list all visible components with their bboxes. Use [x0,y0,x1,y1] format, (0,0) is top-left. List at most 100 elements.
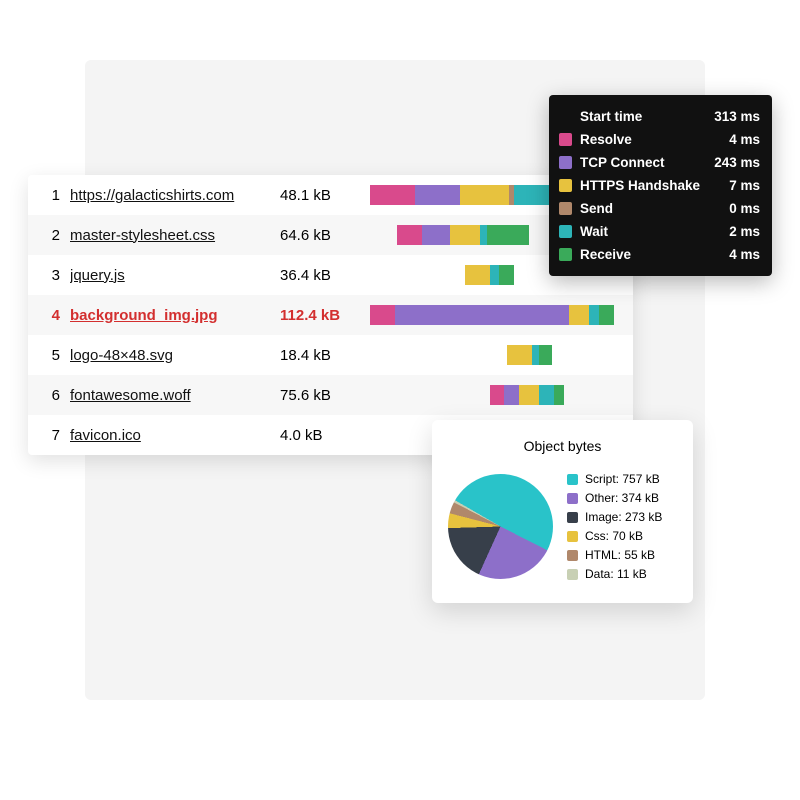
timeline-segment [422,225,449,245]
timeline-segment [450,225,480,245]
legend-label: Css: 70 kB [585,529,643,543]
resource-link[interactable]: favicon.ico [70,427,280,444]
object-bytes-card: Object bytes Script: 757 kB Other: 374 kB… [432,420,693,603]
timeline-segment [397,225,422,245]
resource-size: 48.1 kB [280,187,370,204]
legend-item: Other: 374 kB [567,491,662,505]
tooltip-label: TCP Connect [580,155,665,170]
tooltip-label: Start time [580,109,642,124]
resource-size: 75.6 kB [280,387,370,404]
legend-label: Data: 11 kB [585,567,647,581]
legend-label: Image: 273 kB [585,510,662,524]
color-swatch [567,474,578,485]
timing-tooltip: Start time313 msResolve4 msTCP Connect24… [549,95,772,276]
resource-link[interactable]: background_img.jpg [70,307,280,324]
table-row[interactable]: 1 https://galacticshirts.com48.1 kB [28,175,633,215]
resource-size: 112.4 kB [280,307,370,324]
timeline-segment [589,305,599,325]
waterfall-table: 1 https://galacticshirts.com48.1 kB 2 maste… [28,175,633,455]
tooltip-row: TCP Connect 243 ms [559,151,760,174]
pie-title: Object bytes [448,438,677,454]
legend-item: Image: 273 kB [567,510,662,524]
legend-item: Css: 70 kB [567,529,662,543]
row-index: 3 [42,267,60,284]
timeline-segment [499,265,514,285]
color-swatch [559,248,572,261]
timeline-segment [370,305,395,325]
timeline-segment [507,345,532,365]
row-index: 5 [42,347,60,364]
tooltip-value: 0 ms [729,201,760,216]
legend-item: Data: 11 kB [567,567,662,581]
color-swatch [559,133,572,146]
pie-chart [448,474,553,579]
resource-link[interactable]: jquery.js [70,267,280,284]
table-row[interactable]: 2 master-stylesheet.css64.6 kB [28,215,633,255]
resource-link[interactable]: master-stylesheet.css [70,227,280,244]
color-swatch [567,512,578,523]
legend-label: HTML: 55 kB [585,548,655,562]
color-swatch [559,156,572,169]
timeline-bar[interactable] [370,385,619,405]
table-row[interactable]: 3 jquery.js36.4 kB [28,255,633,295]
table-row[interactable]: 5 logo-48×48.svg18.4 kB [28,335,633,375]
tooltip-value: 313 ms [714,109,760,124]
tooltip-label: Send [580,201,613,216]
tooltip-label: Resolve [580,132,632,147]
timeline-segment [487,225,529,245]
timeline-bar[interactable] [370,345,619,365]
tooltip-row: Resolve4 ms [559,128,760,151]
timeline-segment [532,345,539,365]
timeline-segment [599,305,614,325]
color-swatch [559,225,572,238]
timeline-segment [370,185,415,205]
resource-size: 18.4 kB [280,347,370,364]
legend-item: HTML: 55 kB [567,548,662,562]
resource-link[interactable]: fontawesome.woff [70,387,280,404]
resource-size: 64.6 kB [280,227,370,244]
color-swatch [559,179,572,192]
tooltip-value: 7 ms [729,178,760,193]
tooltip-row: Wait2 ms [559,220,760,243]
timeline-segment [504,385,519,405]
pie-legend: Script: 757 kB Other: 374 kB Image: 273 kB… [567,472,662,581]
tooltip-row: HTTPS Handshake 7 ms [559,174,760,197]
resource-size: 4.0 kB [280,427,370,444]
timeline-segment [539,345,551,365]
timeline-segment [490,265,500,285]
timeline-segment [554,385,564,405]
color-swatch [567,550,578,561]
tooltip-label: HTTPS Handshake [580,178,700,193]
tooltip-value: 4 ms [729,247,760,262]
row-index: 1 [42,187,60,204]
timeline-segment [395,305,569,325]
table-row[interactable]: 4 background_img.jpg112.4 kB [28,295,633,335]
row-index: 6 [42,387,60,404]
timeline-segment [415,185,460,205]
row-index: 4 [42,307,60,324]
legend-label: Script: 757 kB [585,472,660,486]
tooltip-value: 243 ms [714,155,760,170]
timeline-segment [480,225,487,245]
timeline-bar[interactable] [370,305,619,325]
timeline-segment [490,385,505,405]
tooltip-row: Send 0 ms [559,197,760,220]
timeline-segment [569,305,589,325]
resource-size: 36.4 kB [280,267,370,284]
timeline-segment [465,265,490,285]
row-index: 2 [42,227,60,244]
resource-link[interactable]: logo-48×48.svg [70,347,280,364]
tooltip-label: Wait [580,224,608,239]
row-index: 7 [42,427,60,444]
legend-item: Script: 757 kB [567,472,662,486]
timeline-segment [519,385,539,405]
table-row[interactable]: 6 fontawesome.woff75.6 kB [28,375,633,415]
color-swatch [567,569,578,580]
color-swatch [559,202,572,215]
resource-link[interactable]: https://galacticshirts.com [70,187,280,204]
tooltip-row: Receive 4 ms [559,243,760,266]
color-swatch [567,531,578,542]
color-swatch [567,493,578,504]
tooltip-label: Receive [580,247,631,262]
timeline-segment [539,385,554,405]
